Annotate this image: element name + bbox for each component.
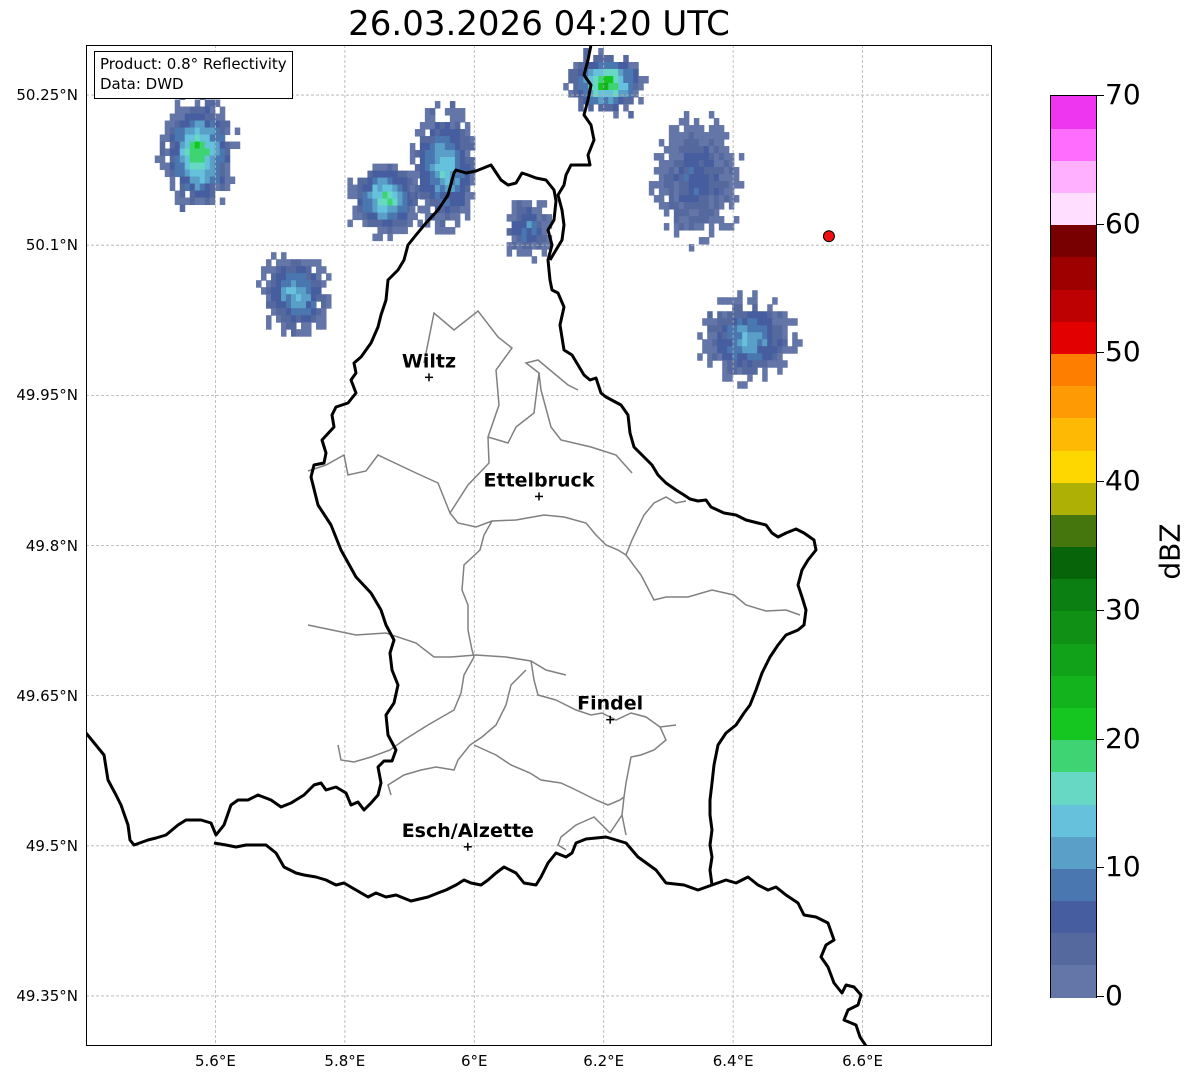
- colorbar-label-3: 30: [1105, 592, 1141, 626]
- colorbar-segment-22: [1051, 256, 1096, 290]
- lon-tick-label-2: 6°E: [461, 1052, 488, 1070]
- colorbar-segment-14: [1051, 514, 1096, 548]
- colorbar-tick-1: [1096, 867, 1104, 869]
- lon-tick-label-3: 6.2°E: [583, 1052, 625, 1070]
- colorbar-segment-24: [1051, 192, 1096, 226]
- colorbar-tick-3: [1096, 609, 1104, 611]
- colorbar-segment-8: [1051, 707, 1096, 741]
- colorbar-tick-5: [1096, 352, 1104, 354]
- map-title: 26.03.2026 04:20 UTC: [348, 4, 730, 44]
- colorbar-tick-7: [1096, 95, 1104, 96]
- colorbar-segment-9: [1051, 675, 1096, 708]
- city-0: Wiltz: [402, 350, 456, 382]
- lat-tick-label-6: 49.35°N: [16, 986, 78, 1005]
- colorbar-unit-label: dBZ: [1153, 523, 1184, 580]
- city-1: Ettelbruck: [484, 469, 595, 501]
- radar-site-layer: [822, 230, 835, 243]
- colorbar-label-5: 50: [1105, 335, 1141, 369]
- data-source-label: Data: DWD: [100, 75, 184, 93]
- radar-echo-5: [697, 290, 803, 389]
- radar-echo-7: [506, 200, 553, 264]
- lat-tick-label-2: 49.95°N: [16, 386, 78, 405]
- lat-tick-label-4: 49.65°N: [16, 686, 78, 705]
- map-area[interactable]: Wiltz Ettelbruck Findel Esch/Alzette: [86, 45, 992, 1046]
- radar-echo-3: [409, 101, 476, 235]
- colorbar-segment-11: [1051, 610, 1096, 644]
- colorbar-segment-3: [1051, 868, 1096, 902]
- colorbar-segment-20: [1051, 321, 1096, 355]
- city-label-3: Esch/Alzette: [402, 820, 534, 842]
- info-box: Product: 0.8° Reflectivity Data: DWD: [94, 51, 293, 99]
- radar-echo-4: [563, 47, 649, 119]
- map-canvas[interactable]: Wiltz Ettelbruck Findel Esch/Alzette: [86, 45, 992, 1046]
- colorbar-segment-18: [1051, 385, 1096, 419]
- city-markers: Wiltz Ettelbruck Findel Esch/Alzette: [402, 350, 643, 851]
- colorbar-label-1: 10: [1105, 850, 1141, 884]
- colorbar-segment-6: [1051, 771, 1096, 805]
- colorbar-segment-0: [1051, 964, 1096, 998]
- city-label-2: Findel: [577, 693, 643, 715]
- colorbar-label-2: 20: [1105, 721, 1141, 755]
- lon-tick-label-5: 6.6°E: [842, 1052, 883, 1070]
- city-2: Findel: [577, 693, 643, 724]
- colorbar-segment-13: [1051, 546, 1096, 580]
- colorbar-segment-15: [1051, 482, 1096, 515]
- colorbar-segment-1: [1051, 932, 1096, 966]
- colorbar-tick-4: [1096, 481, 1104, 483]
- colorbar: [1050, 95, 1097, 998]
- lon-tick-label-4: 6.4°E: [712, 1052, 754, 1070]
- colorbar-segment-5: [1051, 803, 1096, 837]
- colorbar-segment-27: [1051, 96, 1096, 129]
- colorbar-segment-23: [1051, 224, 1096, 258]
- colorbar-segment-4: [1051, 836, 1096, 869]
- radar-echo-1: [256, 252, 332, 337]
- lon-tick-label-1: 5.8°E: [324, 1052, 366, 1070]
- colorbar-tick-6: [1096, 223, 1104, 225]
- colorbar-segment-21: [1051, 289, 1096, 322]
- colorbar-segment-10: [1051, 643, 1096, 676]
- colorbar-segment-25: [1051, 160, 1096, 194]
- radar-echo-layer: [154, 47, 803, 389]
- colorbar-label-7: 70: [1105, 78, 1141, 111]
- colorbar-label-0: 0: [1105, 979, 1123, 1012]
- colorbar-segment-7: [1051, 739, 1096, 773]
- colorbar-segment-16: [1051, 449, 1096, 483]
- colorbar-segment-19: [1051, 353, 1096, 387]
- colorbar-tick-0: [1096, 996, 1104, 997]
- colorbar-label-6: 60: [1105, 206, 1141, 240]
- colorbar-segment-12: [1051, 578, 1096, 612]
- colorbar-segment-26: [1051, 128, 1096, 161]
- grid-lines: [86, 45, 992, 1046]
- city-label-0: Wiltz: [402, 350, 456, 372]
- lat-tick-label-3: 49.8°N: [25, 536, 78, 555]
- radar-echo-0: [154, 85, 241, 213]
- district-boundaries: [307, 309, 801, 851]
- lon-tick-label-0: 5.6°E: [195, 1052, 236, 1070]
- city-label-1: Ettelbruck: [484, 469, 595, 491]
- lat-tick-label-0: 50.25°N: [16, 86, 78, 105]
- radar-site-marker: [822, 230, 835, 243]
- product-label: Product: 0.8° Reflectivity: [100, 55, 287, 73]
- lat-tick-label-5: 49.5°N: [25, 836, 78, 855]
- colorbar-segment-2: [1051, 900, 1096, 934]
- colorbar-label-4: 40: [1105, 464, 1141, 498]
- radar-echo-6: [648, 111, 745, 252]
- lat-tick-label-1: 50.1°N: [25, 236, 78, 255]
- colorbar-tick-2: [1096, 738, 1104, 740]
- colorbar-segment-17: [1051, 417, 1096, 451]
